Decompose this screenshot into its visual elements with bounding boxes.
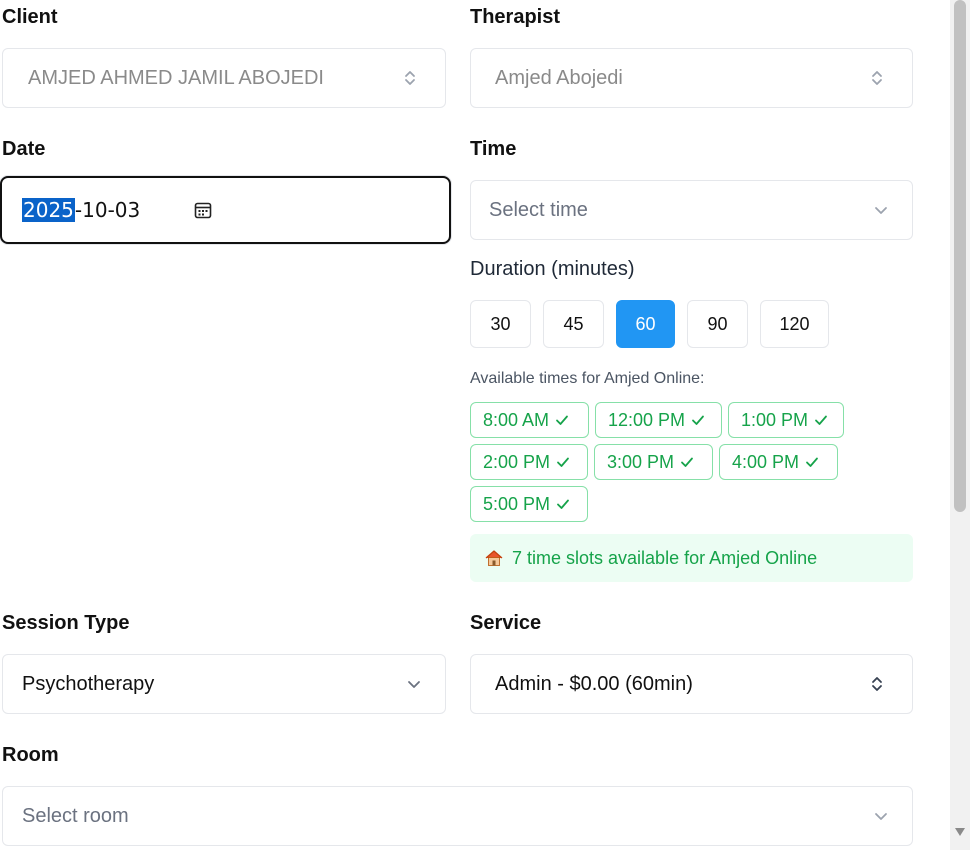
duration-label: Duration (minutes)	[470, 258, 635, 280]
therapist-label: Therapist	[470, 6, 561, 28]
date-rest-segment[interactable]: -10-03	[75, 198, 140, 222]
time-slot-label: 1:00 PM	[741, 409, 809, 430]
therapist-select[interactable]: Amjed Abojedi	[470, 48, 913, 108]
scrollbar-thumb[interactable]	[954, 0, 966, 512]
availability-notice-text: 7 time slots available for Amjed Online	[512, 547, 818, 568]
updown-chevron-icon	[872, 71, 882, 85]
time-label: Time	[470, 138, 517, 160]
client-value: AMJED AHMED JAMIL ABOJEDI	[28, 66, 324, 89]
time-slot[interactable]: 8:00 AM	[470, 402, 589, 438]
client-select[interactable]: AMJED AHMED JAMIL ABOJEDI	[2, 48, 446, 108]
date-year-segment[interactable]: 2025	[22, 198, 75, 222]
room-placeholder: Select room	[22, 804, 129, 827]
time-slot[interactable]: 2:00 PM	[470, 444, 588, 480]
time-slot[interactable]: 5:00 PM	[470, 486, 588, 522]
availability-notice: 7 time slots available for Amjed Online	[470, 534, 913, 582]
date-value: 2025 -10-03	[22, 198, 140, 222]
check-icon	[815, 415, 827, 425]
session-type-label: Session Type	[2, 612, 130, 634]
check-icon	[556, 415, 568, 425]
service-value: Admin - $0.00 (60min)	[495, 672, 693, 695]
session-type-select[interactable]: Psychotherapy	[2, 654, 446, 714]
time-slot[interactable]: 3:00 PM	[594, 444, 713, 480]
scroll-down-arrow-icon[interactable]	[953, 826, 967, 838]
time-slot-label: 3:00 PM	[607, 451, 675, 472]
time-slot-label: 2:00 PM	[483, 451, 551, 472]
updown-chevron-icon	[872, 677, 882, 691]
time-slot-label: 5:00 PM	[483, 493, 551, 514]
check-icon	[806, 457, 818, 467]
time-slot-label: 12:00 PM	[608, 409, 686, 430]
check-icon	[557, 457, 569, 467]
date-label: Date	[2, 138, 46, 160]
time-slot[interactable]: 1:00 PM	[728, 402, 844, 438]
duration-option-90[interactable]: 90	[687, 300, 748, 348]
time-slot[interactable]: 12:00 PM	[595, 402, 722, 438]
time-slot-label: 8:00 AM	[483, 409, 550, 430]
room-select[interactable]: Select room	[2, 786, 913, 846]
date-input[interactable]: 2025 -10-03	[0, 176, 451, 244]
updown-chevron-icon	[405, 71, 415, 85]
service-select[interactable]: Admin - $0.00 (60min)	[470, 654, 913, 714]
chevron-down-icon	[408, 681, 420, 688]
therapist-value: Amjed Abojedi	[495, 66, 623, 89]
check-icon	[557, 499, 569, 509]
duration-option-45[interactable]: 45	[543, 300, 604, 348]
time-slot-label: 4:00 PM	[732, 451, 800, 472]
check-icon	[692, 415, 704, 425]
duration-option-30[interactable]: 30	[470, 300, 531, 348]
time-select[interactable]: Select time	[470, 180, 913, 240]
chevron-down-icon	[875, 813, 887, 820]
check-icon	[681, 457, 693, 467]
house-icon	[485, 550, 503, 566]
session-type-value: Psychotherapy	[22, 672, 155, 695]
time-placeholder: Select time	[489, 198, 588, 221]
calendar-icon[interactable]	[193, 200, 213, 220]
duration-option-60[interactable]: 60	[616, 300, 675, 348]
client-label: Client	[2, 6, 58, 28]
time-slot[interactable]: 4:00 PM	[719, 444, 838, 480]
duration-option-120[interactable]: 120	[760, 300, 829, 348]
service-label: Service	[470, 612, 542, 634]
room-label: Room	[2, 744, 59, 766]
available-times-heading: Available times for Amjed Online:	[470, 370, 705, 387]
chevron-down-icon	[875, 207, 887, 214]
